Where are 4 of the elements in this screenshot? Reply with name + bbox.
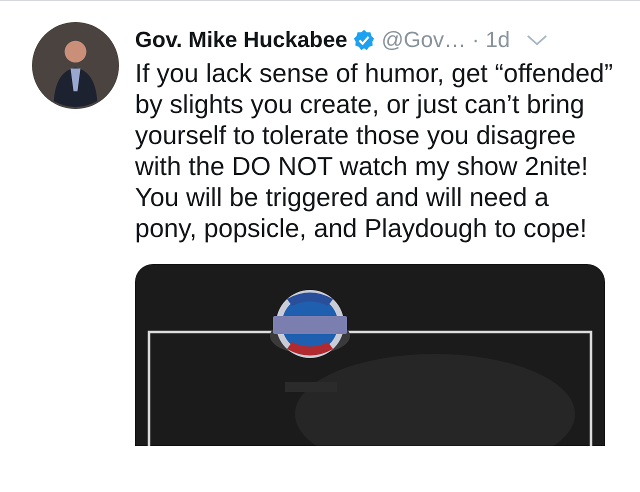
user-name[interactable]: Gov. Mike Huckabee — [135, 27, 348, 53]
tweet-text: If you lack sense of humor, get “offended” by slights you create, or just can’t bring yourself to tolerate those you disagree with the DO NOT watch my show 2nite! You will be triggered and will need a pony, popsicle, and Playdough to cope! — [135, 58, 614, 244]
tweet-time[interactable]: · 1d — [472, 27, 510, 53]
user-handle[interactable]: @Gov… — [381, 27, 466, 53]
